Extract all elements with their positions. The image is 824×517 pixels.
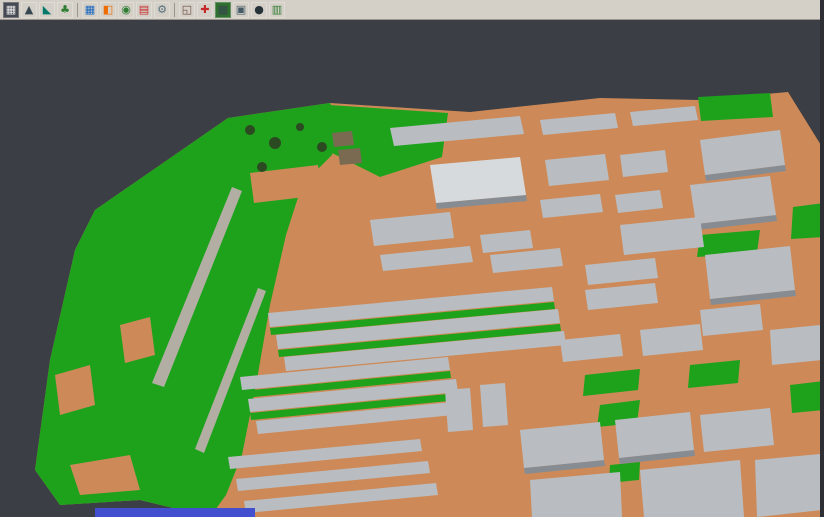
building-roof bbox=[755, 454, 822, 517]
building-roof bbox=[705, 246, 795, 299]
vegetation-patch bbox=[790, 381, 824, 413]
toolbar-grid-icon[interactable]: ▦ bbox=[82, 2, 98, 18]
building-roof bbox=[615, 412, 694, 458]
toolbar-palette-icon[interactable]: ◧ bbox=[100, 2, 116, 18]
dataset-glyph: ▦ bbox=[6, 2, 16, 18]
3d-viewport[interactable] bbox=[0, 20, 824, 517]
toolbar-dataset-icon[interactable]: ▦ bbox=[3, 2, 19, 18]
structure-block bbox=[338, 148, 362, 165]
toolbar-globe-icon[interactable]: ◉ bbox=[118, 2, 134, 18]
building-roof bbox=[640, 460, 744, 517]
ground-patch bbox=[120, 317, 155, 363]
table-glyph: ▥ bbox=[272, 2, 282, 18]
settings-glyph: ⚙ bbox=[157, 2, 167, 18]
toolbar-settings-icon[interactable]: ⚙ bbox=[154, 2, 170, 18]
toolbar-camera-icon[interactable]: ▣ bbox=[233, 2, 249, 18]
window-border-right bbox=[820, 0, 824, 517]
expand-glyph: ◱ bbox=[182, 2, 192, 18]
sphere-glyph: ● bbox=[254, 2, 264, 18]
tree-shadow bbox=[296, 123, 304, 131]
building-roof bbox=[480, 383, 508, 427]
toolbar: ▦ ▲ ◣ ♣ ▦ ◧ ◉ ▤ ⚙ ◱ ✚ ▩ ▣ ● ▥ bbox=[0, 0, 824, 20]
tree-shadow bbox=[245, 125, 255, 135]
globe-glyph: ◉ bbox=[121, 2, 131, 18]
tree-shadow bbox=[269, 137, 281, 149]
toolbar-separator bbox=[174, 3, 175, 17]
building-roof bbox=[520, 422, 604, 468]
vegetation-patch bbox=[698, 93, 773, 121]
trees-glyph: ♣ bbox=[60, 2, 70, 18]
tree-shadow bbox=[257, 162, 267, 172]
toolbar-mesh-icon[interactable]: ▩ bbox=[215, 2, 231, 18]
crosshair-glyph: ✚ bbox=[200, 2, 209, 18]
toolbar-crosshair-icon[interactable]: ✚ bbox=[197, 2, 213, 18]
palette-glyph: ◧ bbox=[103, 2, 113, 18]
toolbar-classes-icon[interactable]: ▤ bbox=[136, 2, 152, 18]
toolbar-terrain-icon[interactable]: ◣ bbox=[39, 2, 55, 18]
toolbar-expand-icon[interactable]: ◱ bbox=[179, 2, 195, 18]
toolbar-table-icon[interactable]: ▥ bbox=[269, 2, 285, 18]
camera-glyph: ▣ bbox=[236, 2, 246, 18]
toolbar-separator bbox=[77, 3, 78, 17]
classes-glyph: ▤ bbox=[139, 2, 149, 18]
toolbar-sphere-icon[interactable]: ● bbox=[251, 2, 267, 18]
grid-glyph: ▦ bbox=[85, 2, 95, 18]
toolbar-trees-icon[interactable]: ♣ bbox=[57, 2, 73, 18]
toolbar-chart-icon[interactable]: ▲ bbox=[21, 2, 37, 18]
structure-block bbox=[332, 131, 354, 147]
building-roof bbox=[430, 157, 526, 203]
pointcloud-render bbox=[0, 25, 824, 517]
taskbar-fragment bbox=[95, 508, 255, 517]
mesh-glyph: ▩ bbox=[218, 2, 228, 18]
app-window: ▦ ▲ ◣ ♣ ▦ ◧ ◉ ▤ ⚙ ◱ ✚ ▩ ▣ ● ▥ bbox=[0, 0, 824, 517]
chart-glyph: ▲ bbox=[25, 2, 33, 18]
building-roof bbox=[445, 388, 473, 432]
building-roof bbox=[700, 408, 774, 452]
tree-shadow bbox=[317, 142, 327, 152]
terrain-glyph: ◣ bbox=[43, 2, 51, 18]
building-roof bbox=[770, 325, 822, 365]
